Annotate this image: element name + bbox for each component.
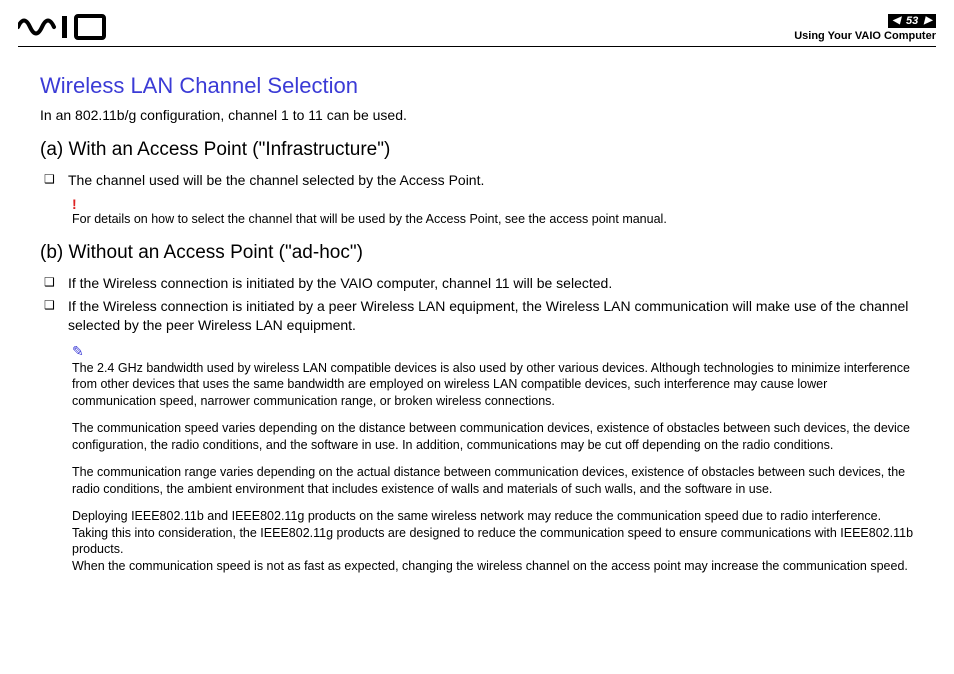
caution-note: ! For details on how to select the chann… — [40, 196, 914, 228]
info-note: The 2.4 GHz bandwidth used by wireless L… — [72, 360, 914, 411]
section-b-heading: (b) Without an Access Point ("ad-hoc") — [40, 242, 914, 264]
page-header: ◀ 53 ▶ Using Your VAIO Computer — [0, 0, 954, 46]
section-name: Using Your VAIO Computer — [794, 30, 936, 42]
vaio-logo — [18, 10, 128, 40]
list-item: If the Wireless connection is initiated … — [40, 297, 914, 335]
info-notes: ✎ The 2.4 GHz bandwidth used by wireless… — [40, 343, 914, 576]
prev-page-arrow[interactable]: ◀ — [892, 15, 900, 26]
list-item: If the Wireless connection is initiated … — [40, 274, 914, 293]
page-number: 53 — [906, 15, 918, 27]
exclamation-icon: ! — [72, 196, 914, 212]
info-note: The communication range varies depending… — [72, 464, 914, 498]
intro-text: In an 802.11b/g configuration, channel 1… — [40, 107, 914, 123]
pencil-icon: ✎ — [72, 343, 914, 360]
page-number-tab[interactable]: ◀ 53 ▶ — [888, 14, 936, 28]
next-page-arrow[interactable]: ▶ — [924, 15, 932, 26]
info-note: The communication speed varies depending… — [72, 420, 914, 454]
list-item: The channel used will be the channel sel… — [40, 171, 914, 190]
page-title: Wireless LAN Channel Selection — [40, 73, 914, 99]
section-b-list: If the Wireless connection is initiated … — [40, 274, 914, 335]
section-a-heading: (a) With an Access Point ("Infrastructur… — [40, 139, 914, 161]
info-note: When the communication speed is not as f… — [72, 558, 914, 575]
section-a-list: The channel used will be the channel sel… — [40, 171, 914, 190]
page-content: Wireless LAN Channel Selection In an 802… — [0, 47, 954, 575]
caution-text: For details on how to select the channel… — [72, 212, 667, 226]
info-note: Deploying IEEE802.11b and IEEE802.11g pr… — [72, 508, 914, 559]
header-right: ◀ 53 ▶ Using Your VAIO Computer — [794, 10, 936, 42]
